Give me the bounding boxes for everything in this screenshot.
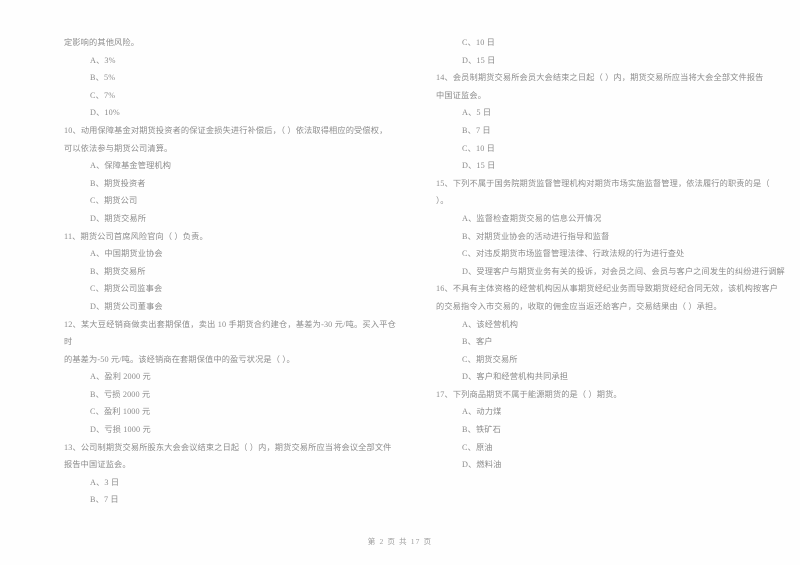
q10-option-a: A、保障基金管理机构 xyxy=(90,161,172,171)
q15-option-d: D、受理客户与期货业务有关的投诉，对会员之间、会员与客户之间发生的纠纷进行调解 xyxy=(462,266,785,276)
q9-stem-tail: 定影响的其他风险。 xyxy=(64,38,140,47)
q17-option-c: C、原油 xyxy=(462,442,493,452)
q14-option-d: D、15 日 xyxy=(462,161,496,171)
question-15: 15、下列不属于国务院期货监督管理机构对期货市场实施监督管理，依法履行的职责的是… xyxy=(436,175,798,281)
q15-option-b: B、对期货业协会的活动进行指导和监督 xyxy=(462,231,610,241)
q13-option-c: C、10 日 xyxy=(462,38,495,47)
q13-option-b: B、7 日 xyxy=(90,495,119,505)
q15-option-c: C、对违反期货市场监督管理法律、行政法规的行为进行查处 xyxy=(462,249,685,259)
right-column: C、10 日 D、15 日 14、会员制期货交易所会员大会结束之日起（ ）内，期… xyxy=(400,34,800,520)
q13-stem-line1: 13、公司制期货交易所股东大会会议结束之日起（ ）内，期货交易所应当将会议全部文… xyxy=(64,442,392,452)
question-10: 10、动用保障基金对期货投资者的保证金损失进行补偿后，（ ）依法取得相应的受偿权… xyxy=(64,122,396,228)
q12-option-d: D、亏损 1000 元 xyxy=(90,425,151,435)
q10-option-c: C、期货公司 xyxy=(90,196,138,206)
question-9-continuation: 定影响的其他风险。 A、3% B、5% C、7% D、10% xyxy=(64,34,396,122)
q12-stem-line1: 12、某大豆经销商做卖出套期保值，卖出 10 手期货合约建仓，基差为-30 元/… xyxy=(64,319,396,347)
q17-option-d: D、燃料油 xyxy=(462,460,502,470)
q16-option-c: C、期货交易所 xyxy=(462,354,518,364)
document-page: 定影响的其他风险。 A、3% B、5% C、7% D、10% 10、动用保障基金… xyxy=(0,0,800,565)
q13-option-d: D、15 日 xyxy=(462,55,496,65)
q9-option-d: D、10% xyxy=(90,108,120,118)
q9-option-c: C、7% xyxy=(90,90,116,100)
q14-stem-line1: 14、会员制期货交易所会员大会结束之日起（ ）内，期货交易所应当将大会全部文件报… xyxy=(436,73,764,83)
question-13: 13、公司制期货交易所股东大会会议结束之日起（ ）内，期货交易所应当将会议全部文… xyxy=(64,439,396,509)
question-14: 14、会员制期货交易所会员大会结束之日起（ ）内，期货交易所应当将大会全部文件报… xyxy=(436,69,798,175)
q14-stem-line2: 中国证监会。 xyxy=(436,90,487,100)
q14-option-b: B、7 日 xyxy=(462,125,491,135)
page-footer: 第 2 页 共 17 页 xyxy=(367,537,433,546)
q10-stem-line2: 可以依法参与期货公司清算。 xyxy=(64,143,173,153)
question-11: 11、期货公司首席风险官向（ ）负责。 A、中国期货业协会 B、期货交易所 C、… xyxy=(64,228,396,316)
question-12: 12、某大豆经销商做卖出套期保值，卖出 10 手期货合约建仓，基差为-30 元/… xyxy=(64,316,396,439)
q17-stem-line1: 17、下列商品期货不属于能源期货的是（ ）期货。 xyxy=(436,389,622,399)
q11-option-d: D、期货公司董事会 xyxy=(90,301,163,311)
q12-option-b: B、亏损 2000 元 xyxy=(90,389,151,399)
q11-option-c: C、期货公司监事会 xyxy=(90,284,163,294)
q11-option-a: A、中国期货业协会 xyxy=(90,249,163,259)
question-16: 16、不具有主体资格的经营机构因从事期货经纪业务而导致期货经纪合同无效，该机构按… xyxy=(436,280,798,386)
q15-stem-line1: 15、下列不属于国务院期货监督管理机构对期货市场实施监督管理，依法履行的职责的是… xyxy=(436,178,770,188)
q9-option-b: B、5% xyxy=(90,73,116,83)
q16-option-d: D、客户和经营机构共同承担 xyxy=(462,372,569,382)
q10-option-d: D、期货交易所 xyxy=(90,213,147,223)
q11-option-b: B、期货交易所 xyxy=(90,266,146,276)
q13-option-a: A、3 日 xyxy=(90,477,120,487)
question-13-continuation: C、10 日 D、15 日 xyxy=(436,34,798,69)
q15-option-a: A、监督检查期货交易的信息公开情况 xyxy=(462,213,602,223)
q12-stem-line2: 的基差为-50 元/吨。该经销商在套期保值中的盈亏状况是（ ）。 xyxy=(64,354,295,364)
q12-option-c: C、盈利 1000 元 xyxy=(90,407,151,417)
q16-stem-line1: 16、不具有主体资格的经营机构因从事期货经纪业务而导致期货经纪合同无效，该机构按… xyxy=(436,284,778,294)
q10-stem-line1: 10、动用保障基金对期货投资者的保证金损失进行补偿后，（ ）依法取得相应的受偿权… xyxy=(64,125,388,135)
q10-option-b: B、期货投资者 xyxy=(90,178,146,188)
q16-option-b: B、客户 xyxy=(462,337,493,347)
q14-option-a: A、5 日 xyxy=(462,108,492,118)
q15-stem-line2: ）。 xyxy=(436,196,449,206)
q12-option-a: A、盈利 2000 元 xyxy=(90,372,151,382)
q16-stem-line2: 的交易指令入市交易的，收取的佣金应当返还给客户，交易结果由（ ）承担。 xyxy=(436,301,722,311)
q14-option-c: C、10 日 xyxy=(462,143,495,153)
left-column: 定影响的其他风险。 A、3% B、5% C、7% D、10% 10、动用保障基金… xyxy=(0,34,400,520)
q17-option-a: A、动力煤 xyxy=(462,407,502,417)
q11-stem-line1: 11、期货公司首席风险官向（ ）负责。 xyxy=(64,231,208,241)
q9-option-a: A、3% xyxy=(90,55,116,65)
q17-option-b: B、铁矿石 xyxy=(462,425,501,435)
q13-stem-line2: 报告中国证监会。 xyxy=(64,460,131,470)
q16-option-a: A、该经营机构 xyxy=(462,319,519,329)
two-column-layout: 定影响的其他风险。 A、3% B、5% C、7% D、10% 10、动用保障基金… xyxy=(0,0,800,520)
question-17: 17、下列商品期货不属于能源期货的是（ ）期货。 A、动力煤 B、铁矿石 C、原… xyxy=(436,386,798,474)
